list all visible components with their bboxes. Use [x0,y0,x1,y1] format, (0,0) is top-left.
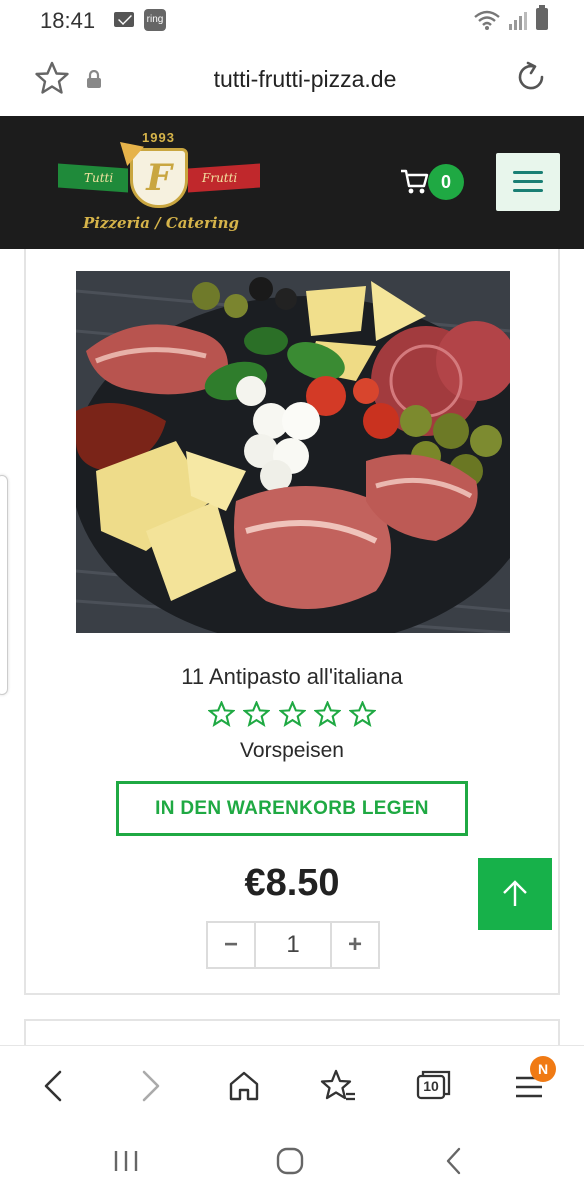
quantity-decrease-button[interactable]: − [208,923,254,967]
signal-icon [509,12,527,30]
site-header: 1993 Tutti Frutti F Pizzeria / Catering … [0,116,584,249]
product-image[interactable] [76,271,510,633]
recent-apps-icon[interactable] [106,1141,146,1181]
star-empty-icon [348,699,378,727]
hamburger-menu-button[interactable] [496,153,560,211]
site-logo[interactable]: 1993 Tutti Frutti F Pizzeria / Catering [56,126,264,242]
star-empty-icon [277,699,307,727]
logo-shield: F [130,148,188,208]
wifi-icon [474,10,500,30]
system-back-icon[interactable] [434,1141,474,1181]
reload-icon[interactable] [514,60,548,94]
ring-app-icon: ring [144,9,166,31]
product-category[interactable]: Vorspeisen [26,739,558,763]
logo-subtitle: Pizzeria / Catering [83,214,239,232]
system-navigation-bar [0,1125,584,1200]
scroll-to-top-button[interactable] [478,858,552,930]
home-icon[interactable] [224,1066,264,1106]
menu-bar-icon [513,180,543,183]
add-to-cart-button[interactable]: IN DEN WARENKORB LEGEN [116,781,468,836]
tabs-button[interactable]: 10 [414,1066,454,1106]
arrow-up-icon [503,880,527,906]
rating-stars [26,699,558,732]
star-empty-icon [242,699,271,727]
cart-count-badge: 0 [428,164,464,200]
antipasto-platter-illustration [76,271,510,633]
star-empty-icon [206,699,236,727]
next-product-card [24,1019,560,1045]
menu-bar-icon [513,189,543,192]
back-arrow-icon[interactable] [34,1066,74,1106]
bookmarks-star-icon[interactable] [318,1066,358,1106]
home-circle-icon[interactable] [270,1141,310,1181]
tab-count: 10 [423,1078,439,1094]
url-text[interactable]: tutti-frutti-pizza.de [0,66,584,93]
quantity-stepper: − 1 + [206,921,380,969]
notification-badge: N [530,1056,556,1082]
status-icons-left: ring [114,9,166,31]
quantity-input[interactable]: 1 [254,923,332,967]
product-title[interactable]: 11 Antipasto all'italiana [26,664,558,690]
browser-toolbar: 10 N [0,1045,584,1125]
quantity-increase-button[interactable]: + [332,923,378,967]
status-icons-right [474,5,548,30]
status-time: 18:41 [40,8,96,33]
status-bar: 18:41 ring [0,0,584,42]
address-bar: tutti-frutti-pizza.de [0,42,584,116]
forward-arrow-icon[interactable] [130,1066,170,1106]
mail-icon [114,12,134,27]
logo-ribbon-text-right: Frutti [202,171,238,185]
shopping-cart-icon [401,169,429,194]
logo-ribbon-text-left: Tutti [84,171,114,185]
battery-icon [536,5,548,30]
cart-button[interactable]: 0 [400,164,470,204]
edge-panel-handle[interactable] [0,475,8,695]
star-empty-icon [313,699,342,727]
logo-letter: F [146,157,172,199]
logo-year: 1993 [142,130,175,145]
menu-bar-icon [513,171,543,174]
